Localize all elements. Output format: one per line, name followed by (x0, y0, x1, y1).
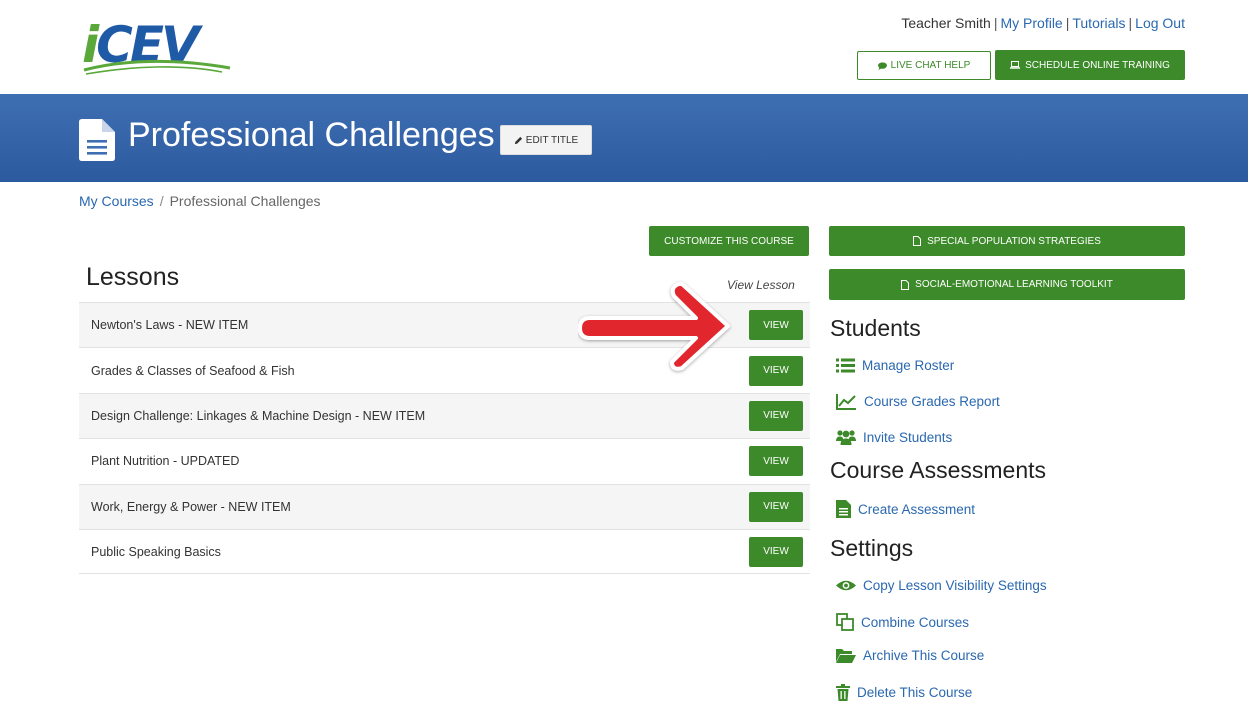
folder-open-icon (836, 649, 856, 663)
lesson-name: Newton's Laws - NEW ITEM (91, 318, 249, 333)
archive-course-link[interactable]: Archive This Course (836, 648, 984, 663)
user-name: Teacher Smith (901, 15, 991, 31)
create-assessment-link[interactable]: Create Assessment (836, 500, 975, 518)
lesson-name: Public Speaking Basics (91, 544, 221, 559)
document-icon (836, 500, 851, 518)
lesson-name: Plant Nutrition - UPDATED (91, 454, 240, 469)
students-heading: Students (830, 315, 921, 341)
pencil-icon (514, 136, 522, 144)
combine-courses-link[interactable]: Combine Courses (836, 613, 969, 631)
view-lesson-button[interactable]: VIEW (749, 491, 803, 522)
log-out-link[interactable]: Log Out (1135, 15, 1185, 31)
copy-icon (836, 613, 854, 631)
view-lesson-button[interactable]: VIEW (749, 400, 803, 431)
lesson-name: Work, Energy & Power - NEW ITEM (91, 499, 291, 514)
lesson-name: Design Challenge: Linkages & Machine Des… (91, 408, 426, 423)
page-title: Professional Challenges (128, 116, 495, 154)
delete-course-link[interactable]: Delete This Course (836, 684, 972, 701)
list-icon (836, 358, 855, 373)
schedule-online-training-button[interactable]: SCHEDULE ONLINE TRAINING (995, 50, 1185, 80)
copy-lesson-visibility-link[interactable]: Copy Lesson Visibility Settings (836, 578, 1047, 593)
my-profile-link[interactable]: My Profile (1000, 15, 1062, 31)
invite-students-link[interactable]: Invite Students (836, 429, 952, 445)
users-icon (836, 430, 856, 445)
breadcrumb: My Courses / Professional Challenges (79, 193, 321, 209)
red-arrow-annotation (578, 282, 730, 371)
breadcrumb-current: Professional Challenges (169, 193, 321, 209)
tutorials-link[interactable]: Tutorials (1072, 15, 1125, 31)
table-row: Design Challenge: Linkages & Machine Des… (79, 392, 810, 439)
file-icon (901, 279, 910, 290)
table-row: Work, Energy & Power - NEW ITEM VIEW (79, 483, 810, 529)
sel-toolkit-button[interactable]: SOCIAL-EMOTIONAL LEARNING TOOLKIT (829, 269, 1185, 300)
laptop-icon (1010, 61, 1021, 69)
manage-roster-link[interactable]: Manage Roster (836, 358, 954, 373)
eye-icon (836, 580, 856, 591)
trash-icon (836, 684, 850, 701)
breadcrumb-my-courses[interactable]: My Courses (79, 193, 154, 209)
view-lesson-button[interactable]: VIEW (749, 536, 803, 567)
special-population-strategies-button[interactable]: SPECIAL POPULATION STRATEGIES (829, 226, 1185, 256)
logo-swoosh-icon (83, 59, 231, 75)
user-links: Teacher Smith | My Profile | Tutorials | Log O… (901, 15, 1185, 31)
lessons-heading: Lessons (86, 263, 180, 291)
live-chat-help-button[interactable]: LIVE CHAT HELP (857, 51, 991, 80)
lesson-name: Grades & Classes of Seafood & Fish (91, 363, 295, 378)
document-icon (79, 119, 115, 161)
chat-bubble-icon (877, 61, 887, 70)
table-row: Plant Nutrition - UPDATED VIEW (79, 438, 810, 483)
settings-heading: Settings (830, 535, 914, 561)
file-icon (913, 236, 922, 246)
view-lesson-button[interactable]: VIEW (749, 446, 803, 477)
edit-title-button[interactable]: EDIT TITLE (500, 125, 592, 155)
line-chart-icon (836, 394, 856, 410)
view-lesson-button[interactable]: VIEW (749, 310, 803, 341)
icev-logo[interactable]: iCEV (82, 16, 242, 78)
table-row: Public Speaking Basics VIEW (79, 528, 810, 575)
customize-course-button[interactable]: CUSTOMIZE THIS COURSE (649, 226, 809, 256)
course-grades-report-link[interactable]: Course Grades Report (836, 393, 1000, 410)
course-assessments-heading: Course Assessments (830, 457, 1047, 483)
view-lesson-button[interactable]: VIEW (749, 355, 803, 386)
